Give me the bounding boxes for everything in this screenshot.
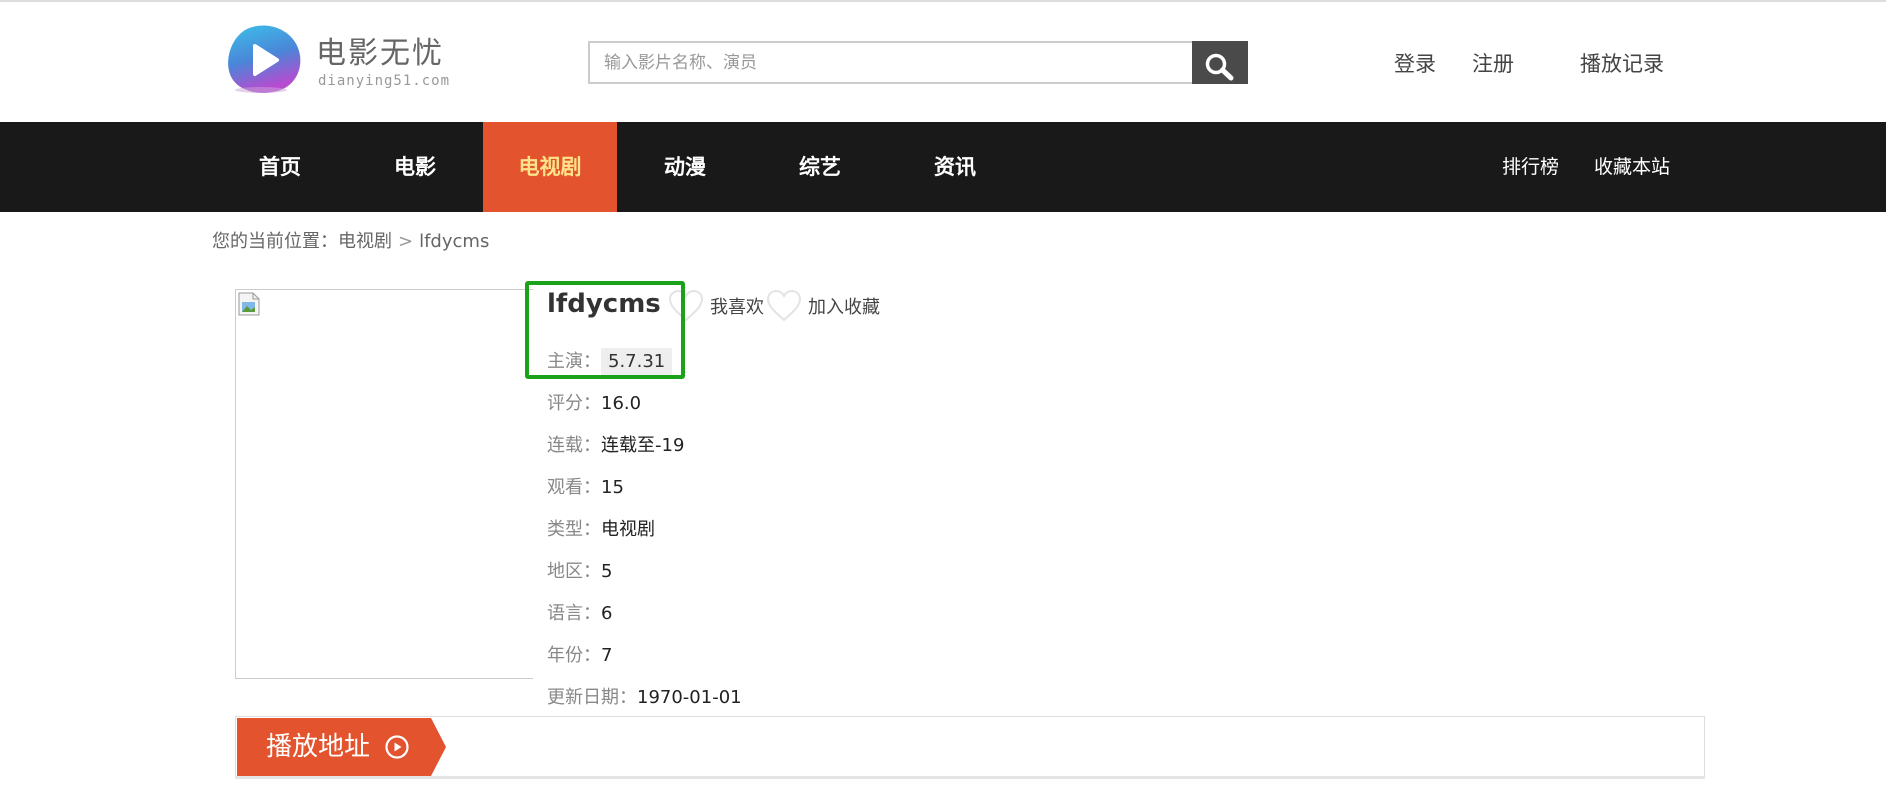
login-link[interactable]: 登录 xyxy=(1394,48,1436,78)
favorite-label: 加入收藏 xyxy=(808,297,880,318)
info-label: 语言： xyxy=(547,603,601,624)
search-input[interactable] xyxy=(588,41,1192,84)
brand-domain: dianying51.com xyxy=(318,73,451,89)
nav-ranking[interactable]: 排行榜 xyxy=(1502,122,1559,212)
like-button[interactable]: 我喜欢 xyxy=(668,288,764,324)
nav-anime[interactable]: 动漫 xyxy=(618,122,752,212)
nav-tv[interactable]: 电视剧 xyxy=(483,122,617,212)
info-label: 观看： xyxy=(547,477,601,498)
info-row-cast: 主演： 5.7.31 xyxy=(547,347,673,375)
info-row-rating: 评分：16.0 xyxy=(547,389,641,415)
breadcrumb-current: lfdycms xyxy=(419,231,490,252)
play-address-label: 播放地址 xyxy=(266,732,371,762)
broken-image-icon xyxy=(238,292,260,316)
info-label: 更新日期： xyxy=(547,687,637,708)
register-link[interactable]: 注册 xyxy=(1472,48,1514,78)
info-label: 类型： xyxy=(547,519,601,540)
info-value: 6 xyxy=(601,603,613,624)
info-value: 16.0 xyxy=(601,393,642,414)
info-label: 评分： xyxy=(547,393,601,414)
search-icon xyxy=(1205,53,1234,80)
heart-outline-icon xyxy=(766,289,802,322)
info-row-episodes: 连载：连载至-19 xyxy=(547,431,684,457)
info-row-year: 年份：7 xyxy=(547,641,612,667)
nav-bookmark[interactable]: 收藏本站 xyxy=(1594,122,1670,212)
info-row-updated: 更新日期：1970-01-01 xyxy=(547,683,742,709)
history-link[interactable]: 播放记录 xyxy=(1580,48,1664,78)
breadcrumb-prefix: 您的当前位置： xyxy=(212,231,338,252)
play-circle-icon xyxy=(385,735,409,759)
play-address-tab[interactable]: 播放地址 xyxy=(237,718,446,776)
play-logo-icon[interactable] xyxy=(225,24,303,94)
info-value: 7 xyxy=(601,645,613,666)
info-row-genre: 类型：电视剧 xyxy=(547,515,655,541)
heart-outline-icon xyxy=(668,289,704,322)
brand-name: 电影无忧 xyxy=(316,36,444,71)
info-label: 地区： xyxy=(547,561,601,582)
movie-title: lfdycms xyxy=(547,289,661,319)
like-label: 我喜欢 xyxy=(710,297,764,318)
breadcrumb: 您的当前位置：电视剧 > lfdycms xyxy=(212,227,489,253)
info-row-views: 观看：15 xyxy=(547,473,624,499)
search-bar xyxy=(588,41,1248,84)
info-row-language: 语言：6 xyxy=(547,599,612,625)
info-row-region: 地区：5 xyxy=(547,557,612,583)
poster-image[interactable] xyxy=(235,289,533,679)
favorite-button[interactable]: 加入收藏 xyxy=(766,288,880,324)
info-value: 1970-01-01 xyxy=(637,687,742,708)
nav-movie[interactable]: 电影 xyxy=(348,122,482,212)
info-value: 连载至-19 xyxy=(601,435,685,456)
nav-home[interactable]: 首页 xyxy=(213,122,347,212)
info-value: 电视剧 xyxy=(601,519,655,540)
search-button[interactable] xyxy=(1192,41,1248,84)
info-label: 主演： xyxy=(547,351,601,372)
nav-variety[interactable]: 综艺 xyxy=(753,122,887,212)
breadcrumb-category[interactable]: 电视剧 xyxy=(338,231,392,252)
cast-tag[interactable]: 5.7.31 xyxy=(601,348,673,375)
info-value: 5 xyxy=(601,561,613,582)
top-border xyxy=(0,0,1886,2)
play-panel-divider xyxy=(235,776,1705,779)
info-label: 连载： xyxy=(547,435,601,456)
breadcrumb-separator: > xyxy=(398,231,414,252)
info-value: 15 xyxy=(601,477,624,498)
nav-news[interactable]: 资讯 xyxy=(888,122,1022,212)
info-label: 年份： xyxy=(547,645,601,666)
main-nav: 首页 电影 电视剧 动漫 综艺 资讯 排行榜 收藏本站 xyxy=(0,122,1886,212)
play-address-panel xyxy=(235,716,1705,778)
